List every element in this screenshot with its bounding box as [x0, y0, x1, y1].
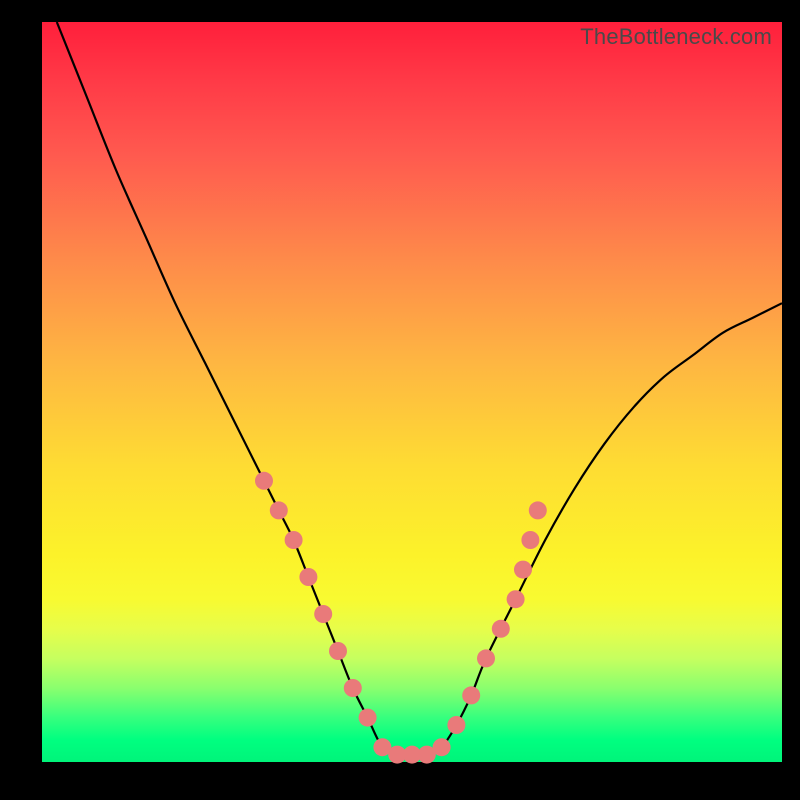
- data-marker: [507, 590, 525, 608]
- bottleneck-curve: [57, 22, 782, 755]
- data-marker: [529, 501, 547, 519]
- data-marker: [447, 716, 465, 734]
- chart-frame: TheBottleneck.com: [0, 0, 800, 800]
- data-marker: [255, 472, 273, 490]
- data-marker: [314, 605, 332, 623]
- data-marker: [433, 738, 451, 756]
- data-marker: [462, 686, 480, 704]
- data-marker: [492, 620, 510, 638]
- data-marker: [285, 531, 303, 549]
- data-marker: [477, 649, 495, 667]
- marker-group: [255, 472, 547, 764]
- data-marker: [344, 679, 362, 697]
- plot-area: TheBottleneck.com: [42, 22, 782, 762]
- data-marker: [521, 531, 539, 549]
- chart-svg: [42, 22, 782, 762]
- data-marker: [270, 501, 288, 519]
- data-marker: [299, 568, 317, 586]
- data-marker: [359, 709, 377, 727]
- data-marker: [329, 642, 347, 660]
- data-marker: [514, 561, 532, 579]
